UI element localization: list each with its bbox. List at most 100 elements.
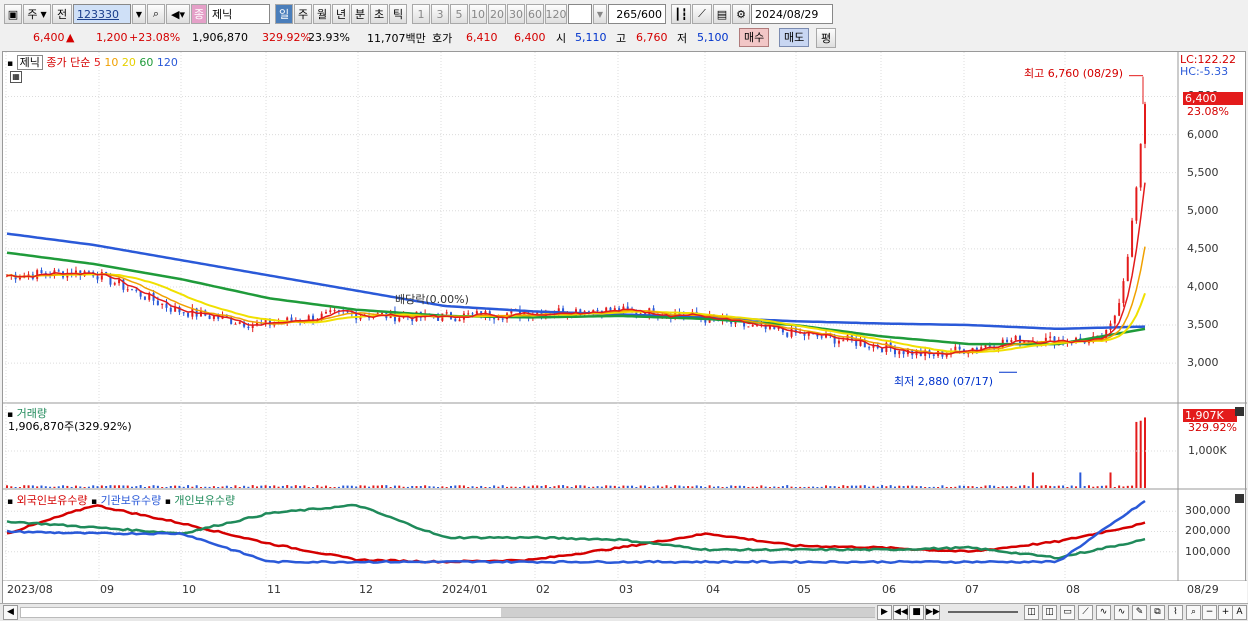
panel-close-icon[interactable] bbox=[1235, 407, 1244, 416]
fast-forward-icon[interactable]: ▶▶ bbox=[925, 605, 940, 620]
chart-canvas[interactable] bbox=[3, 52, 1247, 604]
minus-icon[interactable]: − bbox=[1202, 605, 1217, 620]
save-icon[interactable]: ▤ bbox=[713, 4, 731, 24]
volume-bar bbox=[493, 485, 496, 488]
volume-bar bbox=[842, 485, 845, 488]
stock-code-input[interactable]: 123330 bbox=[73, 4, 131, 24]
candle-icon[interactable]: ┃┇ bbox=[671, 4, 691, 24]
volume-bar bbox=[1092, 486, 1095, 488]
compare-icon[interactable]: ◫ bbox=[1042, 605, 1057, 620]
code-dropdown-icon[interactable]: ▼ bbox=[132, 4, 146, 24]
speaker-icon[interactable]: ◀▾ bbox=[166, 4, 190, 24]
trend-line-icon[interactable]: ⟋ bbox=[1078, 605, 1093, 620]
ma-10-line bbox=[6, 246, 1146, 355]
period-tab-second[interactable]: 초 bbox=[370, 4, 388, 24]
volume-bar bbox=[704, 486, 707, 488]
price-tick-label: 3,000 bbox=[1187, 356, 1219, 370]
period-tab-year[interactable]: 년 bbox=[332, 4, 350, 24]
period-tab-minute[interactable]: 분 bbox=[351, 4, 369, 24]
volume-bar bbox=[191, 486, 194, 488]
draw-tool-icon[interactable]: ⟋ bbox=[692, 4, 712, 24]
scrollbar-thumb[interactable] bbox=[501, 608, 875, 617]
volume-bar bbox=[350, 485, 353, 488]
period-tab-month[interactable]: 월 bbox=[313, 4, 331, 24]
stock-name-field[interactable]: 제닉 bbox=[208, 4, 270, 24]
minute-option-1[interactable]: 1 bbox=[412, 4, 430, 24]
volume-bar bbox=[523, 485, 526, 488]
gear-icon[interactable]: ⚙ bbox=[732, 4, 750, 24]
volume-bar bbox=[18, 487, 21, 488]
up-arrow-icon: ▲ bbox=[66, 31, 75, 44]
period-tab-tick[interactable]: 틱 bbox=[389, 4, 407, 24]
chart-type-icon[interactable]: ▭ bbox=[1060, 605, 1075, 620]
volume-bar bbox=[975, 486, 978, 488]
legend-foreign-holdings[interactable]: 외국인보유수량 bbox=[17, 494, 88, 507]
copy-icon[interactable]: ⧉ bbox=[1150, 605, 1165, 620]
market-select[interactable]: 주 ▼ bbox=[23, 4, 51, 24]
sell-button[interactable]: 매도 bbox=[779, 28, 810, 47]
scrollbar-track[interactable] bbox=[20, 607, 875, 618]
scroll-right-icon[interactable]: ▶ bbox=[877, 605, 892, 620]
bid-label: 호가 bbox=[432, 31, 453, 45]
volume-bar bbox=[829, 486, 832, 488]
zoom-slider[interactable] bbox=[948, 611, 1018, 613]
volume-bar bbox=[277, 486, 280, 488]
minute-option-120[interactable]: 120 bbox=[545, 4, 567, 24]
legend-stock-name[interactable]: 제닉 bbox=[16, 55, 43, 70]
volume-bar bbox=[1070, 485, 1073, 488]
interval-dropdown-icon[interactable]: ▼ bbox=[593, 4, 607, 24]
panel-close-icon[interactable] bbox=[1235, 494, 1244, 503]
period-tab-week[interactable]: 주 bbox=[294, 4, 312, 24]
dividend-annotation: 배당락(0.00%) bbox=[395, 293, 469, 306]
price-candle bbox=[113, 283, 116, 285]
price-candle bbox=[333, 310, 336, 312]
minute-option-30[interactable]: 30 bbox=[507, 4, 525, 24]
eval-button[interactable]: 평 bbox=[816, 28, 836, 48]
volume-bar bbox=[587, 486, 590, 488]
volume-bar bbox=[148, 486, 151, 488]
low-annotation: 최저 2,880 (07/17) bbox=[894, 375, 994, 388]
volume-bar bbox=[549, 487, 552, 488]
volume-bar bbox=[23, 485, 26, 488]
scroll-left-icon[interactable]: ◀ bbox=[3, 605, 18, 620]
calculator-icon[interactable]: ▦ bbox=[10, 71, 22, 83]
minute-option-20[interactable]: 20 bbox=[488, 4, 506, 24]
buy-button[interactable]: 매수 bbox=[739, 28, 770, 47]
wave-icon[interactable]: ∿ bbox=[1096, 605, 1111, 620]
search-icon[interactable]: ⌕ bbox=[147, 4, 165, 24]
text-tool-icon[interactable]: A bbox=[1232, 605, 1247, 620]
legend-individual-holdings[interactable]: 개인보유수량 bbox=[174, 494, 235, 507]
volume-bar bbox=[596, 486, 599, 488]
volume-bar bbox=[342, 485, 345, 488]
period-tab-day[interactable]: 일 bbox=[275, 4, 293, 24]
plus-icon[interactable]: + bbox=[1218, 605, 1233, 620]
legend-institution-holdings[interactable]: 기관보유수량 bbox=[101, 494, 162, 507]
custom-interval-input[interactable] bbox=[568, 4, 592, 24]
count-input[interactable]: 265/600 bbox=[608, 4, 666, 24]
zoom-icon[interactable]: ⌕ bbox=[1186, 605, 1201, 620]
volume-bar bbox=[1066, 487, 1069, 488]
rewind-icon[interactable]: ◀◀ bbox=[893, 605, 908, 620]
volume-bar bbox=[652, 486, 655, 488]
ruler-icon[interactable]: ⌇ bbox=[1168, 605, 1183, 620]
layout-icon[interactable]: ◫ bbox=[1024, 605, 1039, 620]
pen-icon[interactable]: ✎ bbox=[1132, 605, 1147, 620]
minute-option-10[interactable]: 10 bbox=[469, 4, 487, 24]
volume-bar bbox=[678, 485, 681, 488]
volume-bar bbox=[1044, 485, 1047, 488]
legend-ma-60: 60 bbox=[139, 56, 154, 69]
volume-bar bbox=[997, 487, 1000, 488]
volume-bar bbox=[208, 486, 211, 488]
minute-option-5[interactable]: 5 bbox=[450, 4, 468, 24]
volume-bar bbox=[993, 485, 996, 488]
fibo-icon[interactable]: ∿ bbox=[1114, 605, 1129, 620]
scope-button[interactable]: 전 bbox=[52, 4, 72, 24]
stop-icon[interactable]: ■ bbox=[909, 605, 924, 620]
window-layout-icon[interactable]: ▣ bbox=[4, 4, 22, 24]
minute-option-3[interactable]: 3 bbox=[431, 4, 449, 24]
date-input[interactable]: 2024/08/29 bbox=[751, 4, 833, 24]
chart-area[interactable]: ▪ 제닉 종가 단순 5 10 20 60 120 ▦ LC:122.22 HC… bbox=[2, 51, 1247, 604]
minute-option-60[interactable]: 60 bbox=[526, 4, 544, 24]
low-price: 5,100 bbox=[697, 31, 729, 44]
volume-bar bbox=[786, 485, 789, 488]
